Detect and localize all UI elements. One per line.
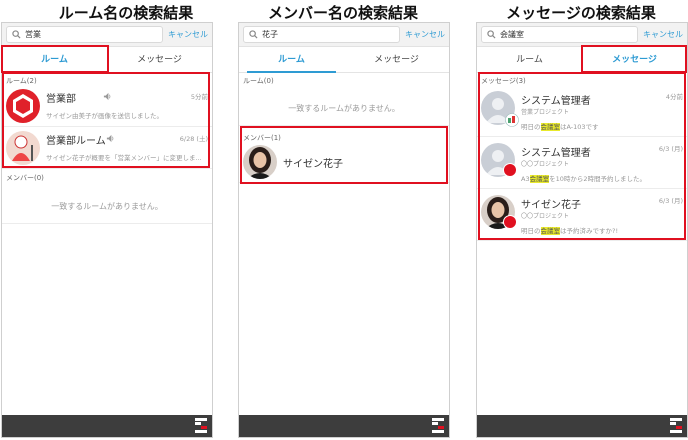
room-time: 6/28 (土): [179, 135, 208, 143]
person-illustration-icon: [12, 135, 33, 161]
search-input[interactable]: 会議室: [481, 26, 638, 43]
tab-room[interactable]: ルーム: [2, 47, 107, 73]
cancel-button[interactable]: キャンセル: [643, 29, 683, 40]
member-search-phone: 花子 キャンセル ルーム メッセージ ルーム(0) 一致するルームがありません。…: [238, 22, 450, 438]
search-bar: 営業 キャンセル: [2, 23, 212, 47]
message-row[interactable]: サイゼン花子 6/3 (月) 〇〇プロジェクト 明日の会議室は予約済みですか?!: [477, 189, 687, 241]
woman-photo-icon: [247, 147, 273, 179]
keyword-highlight: 会議室: [540, 123, 560, 131]
search-tabs: ルーム メッセージ: [239, 47, 449, 73]
message-room: 〇〇プロジェクト: [521, 213, 570, 220]
app-logo-icon: [670, 418, 682, 433]
footer-bar: [2, 415, 212, 437]
rooms-empty-message: 一致するルームがありません。: [288, 104, 400, 113]
search-icon: [12, 30, 21, 39]
footer-bar: [239, 415, 449, 437]
room-time: 5分前: [190, 93, 208, 101]
message-sender: サイゼン花子: [521, 200, 581, 211]
message-row[interactable]: システム管理者 4分前 営業プロジェクト 明日の会議室はA-103です: [477, 85, 687, 137]
search-input[interactable]: 営業: [6, 26, 163, 43]
hexagon-logo-icon: [13, 94, 33, 118]
app-logo-icon: [432, 418, 444, 433]
search-icon: [487, 30, 496, 39]
divider: [239, 125, 449, 126]
search-tabs: ルーム メッセージ: [2, 47, 212, 73]
search-input-value: 会議室: [500, 30, 524, 39]
room-preview: サイゼン花子が概要を「営業メンバー」に変更しま...: [46, 154, 202, 162]
speaker-icon: [106, 134, 114, 143]
message-preview: 明日の会議室は予約済みですか?!: [521, 227, 619, 235]
message-room: 〇〇プロジェクト: [521, 161, 570, 168]
search-icon: [249, 30, 258, 39]
room-row[interactable]: 営業部 5分前 サイゼン由美子が画像を送信しました。: [2, 85, 212, 127]
member-name: サイゼン花子: [283, 159, 343, 170]
tab-room[interactable]: ルーム: [239, 47, 344, 73]
company-badge-icon: [503, 215, 517, 229]
room-name: 営業部: [46, 94, 76, 105]
room-search-panel-title: ルーム名の検索結果: [58, 4, 194, 22]
room-search-phone: 営業 キャンセル ルーム メッセージ ルーム(2) 営業部 5分前 サイゼン由美…: [1, 22, 213, 438]
company-badge-icon: [503, 163, 517, 177]
message-sender: システム管理者: [521, 96, 591, 107]
message-search-phone: 会議室 キャンセル ルーム メッセージ メッセージ(3) システム管理者 4分前…: [476, 22, 688, 438]
tab-message[interactable]: メッセージ: [107, 47, 212, 73]
cancel-button[interactable]: キャンセル: [405, 29, 445, 40]
cancel-button[interactable]: キャンセル: [168, 29, 208, 40]
room-preview: サイゼン由美子が画像を送信しました。: [46, 112, 163, 120]
member-avatar: [243, 145, 277, 179]
message-time: 4分前: [665, 93, 683, 101]
speaker-icon: [103, 92, 111, 101]
footer-bar: [477, 415, 687, 437]
app-logo-icon: [195, 418, 207, 433]
message-row[interactable]: システム管理者 6/3 (月) 〇〇プロジェクト A3会議室を10時から2時間予…: [477, 137, 687, 189]
search-input[interactable]: 花子: [243, 26, 400, 43]
search-input-value: 営業: [25, 30, 41, 39]
tab-message[interactable]: メッセージ: [344, 47, 449, 73]
search-input-value: 花子: [262, 30, 278, 39]
search-tabs: ルーム メッセージ: [477, 47, 687, 73]
message-time: 6/3 (月): [658, 197, 683, 205]
member-search-panel-title: メンバー名の検索結果: [267, 4, 418, 22]
members-empty-message: 一致するルームがありません。: [51, 202, 163, 211]
tab-message[interactable]: メッセージ: [582, 47, 687, 73]
members-section-label: メンバー(0): [6, 174, 44, 182]
room-avatar: [6, 89, 40, 123]
room-row[interactable]: 営業部ルーム 6/28 (土) サイゼン花子が概要を「営業メンバー」に変更しま.…: [2, 127, 212, 169]
keyword-highlight: 会議室: [540, 227, 560, 235]
divider: [2, 223, 212, 224]
rooms-section-label: ルーム(0): [243, 77, 274, 85]
message-sender: システム管理者: [521, 148, 591, 159]
message-search-panel-title: メッセージの検索結果: [506, 4, 656, 22]
message-room: 営業プロジェクト: [521, 109, 570, 116]
tab-room[interactable]: ルーム: [477, 47, 582, 73]
member-row[interactable]: サイゼン花子: [239, 141, 449, 183]
keyword-highlight: 会議室: [529, 175, 550, 183]
room-name: 営業部ルーム: [46, 136, 106, 147]
message-preview: 明日の会議室はA-103です: [521, 123, 599, 131]
message-time: 6/3 (月): [658, 145, 683, 153]
message-preview: A3会議室を10時から2時間予約しました。: [521, 175, 647, 183]
search-bar: 花子 キャンセル: [239, 23, 449, 47]
search-bar: 会議室 キャンセル: [477, 23, 687, 47]
project-badge-icon: [505, 113, 519, 127]
room-avatar: [6, 131, 40, 165]
